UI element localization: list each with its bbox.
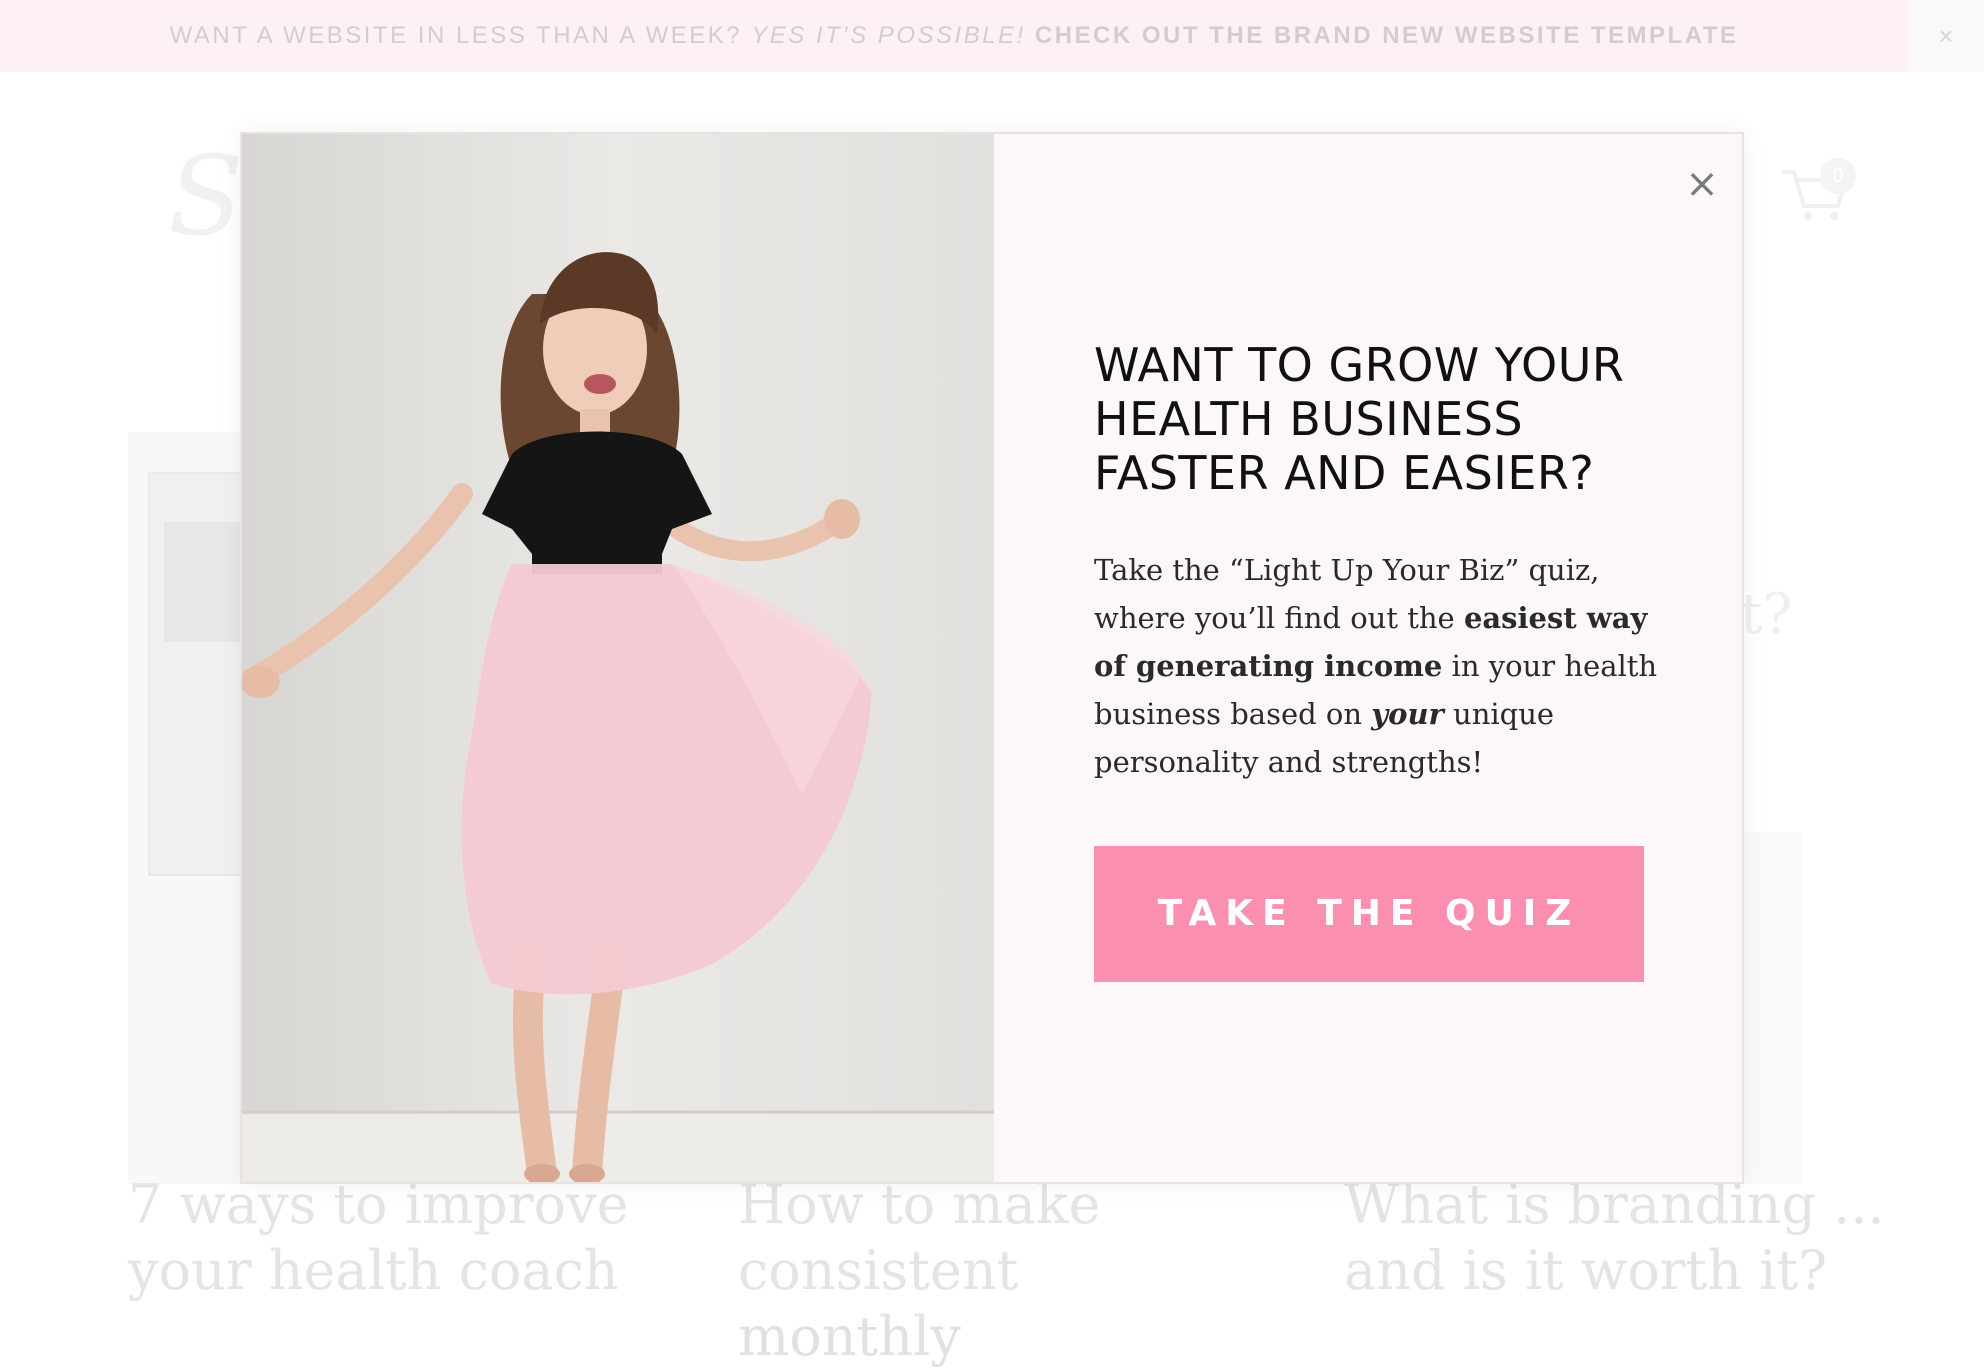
- popup-description: Take the “Light Up Your Biz” quiz, where…: [1094, 546, 1664, 786]
- description-emphasis: your: [1371, 697, 1444, 731]
- take-quiz-button[interactable]: TAKE THE QUIZ: [1094, 846, 1644, 982]
- popup-heading: WANT TO GROW YOUR HEALTH BUSINESS FASTER…: [1094, 338, 1625, 500]
- quiz-popup-modal: × WANT TO GROW YOUR HEALTH BUSINESS FAST…: [240, 132, 1744, 1184]
- woman-dancing-illustration: [242, 134, 994, 1182]
- hero-photo: [242, 134, 994, 1182]
- close-icon[interactable]: ×: [1682, 164, 1722, 204]
